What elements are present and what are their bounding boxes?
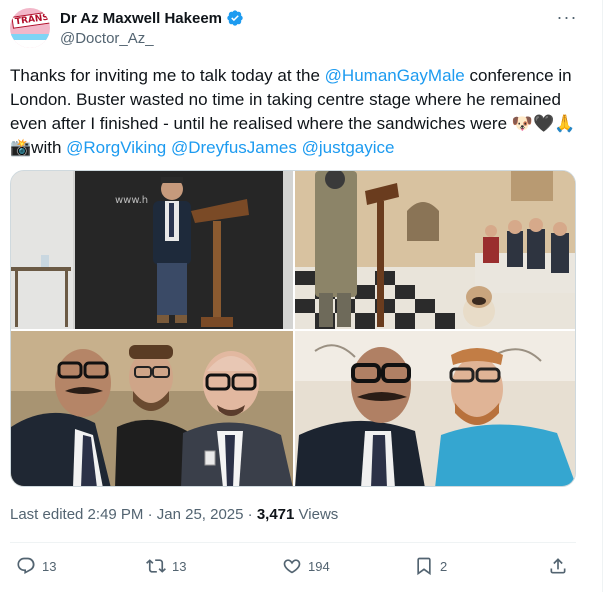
bookmark-button[interactable]: 2 bbox=[414, 552, 447, 580]
verified-badge-icon bbox=[227, 10, 243, 26]
mention-link[interactable]: @DreyfusJames bbox=[171, 138, 297, 157]
action-bar: 13 13 194 2 bbox=[10, 552, 576, 580]
repost-button[interactable]: 13 bbox=[146, 552, 186, 580]
repost-count: 13 bbox=[172, 558, 187, 574]
photo-group-selfie-illustration bbox=[11, 331, 293, 486]
bookmark-icon bbox=[417, 557, 431, 576]
share-button[interactable] bbox=[548, 552, 568, 580]
bookmark-count: 2 bbox=[440, 558, 448, 574]
tweet-card: TRANS Dr Az Maxwell Hakeem @Doctor_Az_ ·… bbox=[0, 0, 603, 592]
author-handle[interactable]: @Doctor_Az_ bbox=[60, 30, 154, 47]
more-options-icon[interactable]: ··· bbox=[556, 8, 578, 30]
mention-link[interactable]: @justgayice bbox=[302, 138, 395, 157]
tweet-text-part: Thanks for inviting me to talk today at … bbox=[10, 66, 325, 85]
author-display-name[interactable]: Dr Az Maxwell Hakeem bbox=[60, 10, 222, 27]
reply-icon bbox=[17, 557, 35, 574]
media-grid: www.h bbox=[10, 170, 576, 487]
mention-link[interactable]: @RorgViking bbox=[66, 138, 166, 157]
like-button[interactable]: 194 bbox=[282, 552, 330, 580]
photo-group-selfie[interactable] bbox=[11, 331, 293, 486]
tweet-metadata: Last edited 2:49 PM · Jan 25, 2025 · 3,4… bbox=[10, 506, 338, 523]
backdrop-sign-text: www.h bbox=[115, 195, 148, 206]
author-name-row: Dr Az Maxwell Hakeem bbox=[60, 9, 244, 27]
photo-speaker-at-lectern[interactable]: www.h bbox=[11, 171, 293, 329]
repost-icon bbox=[146, 559, 166, 573]
photo-two-person-illustration bbox=[295, 331, 575, 486]
avatar-label: TRANS bbox=[11, 11, 50, 29]
photo-chapel-audience-bulldog[interactable] bbox=[295, 171, 575, 329]
avatar[interactable]: TRANS bbox=[10, 8, 50, 48]
reply-count: 13 bbox=[42, 558, 57, 574]
like-count: 194 bbox=[308, 558, 330, 574]
share-icon bbox=[550, 558, 566, 574]
mention-link[interactable]: @HumanGayMale bbox=[325, 66, 465, 85]
photo-speaker-illustration: www.h bbox=[11, 171, 293, 329]
views-count: 3,471 bbox=[256, 506, 295, 523]
heart-icon bbox=[283, 559, 301, 574]
photo-two-person-selfie[interactable] bbox=[295, 331, 575, 486]
reply-button[interactable]: 13 bbox=[16, 552, 56, 580]
edited-timestamp[interactable]: Last edited 2:49 PM · Jan 25, 2025 · bbox=[10, 506, 257, 523]
views-label: Views bbox=[294, 506, 339, 523]
photo-chapel-illustration bbox=[295, 171, 575, 329]
divider bbox=[10, 542, 576, 543]
tweet-text: Thanks for inviting me to talk today at … bbox=[10, 64, 585, 160]
